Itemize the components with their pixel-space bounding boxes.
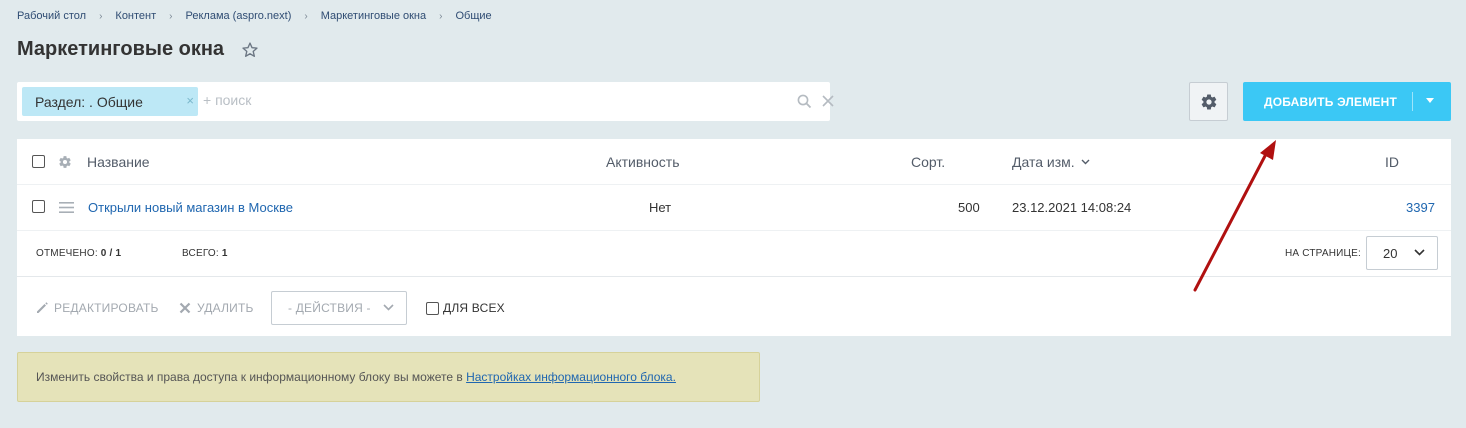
actions-select[interactable]: - ДЕЙСТВИЯ - [271,291,407,325]
notice-text: Изменить свойства и права доступа к инфо… [36,370,676,384]
drag-handle-icon[interactable] [59,202,74,213]
delete-icon [179,302,191,314]
settings-button[interactable] [1189,82,1228,121]
column-header-id[interactable]: ID [1385,154,1399,170]
actions-select-label: - ДЕЙСТВИЯ - [288,301,371,315]
gear-icon [1201,94,1216,110]
notice-settings-link[interactable]: Настройках информационного блока. [466,370,676,384]
total-label: ВСЕГО: [182,248,219,259]
chevron-right-icon: › [439,10,443,22]
total-count: ВСЕГО: 1 [182,248,228,259]
selected-count: ОТМЕЧЕНО: 0 / 1 [36,248,121,259]
total-value: 1 [221,248,228,259]
row-date: 23.12.2021 14:08:24 [1012,200,1132,215]
chevron-right-icon: › [99,10,103,22]
column-header-active[interactable]: Активность [606,154,680,170]
edit-label: РЕДАКТИРОВАТЬ [54,301,159,315]
selected-label: ОТМЕЧЕНО: [36,248,98,259]
search-input[interactable] [203,92,773,108]
page-title: Маркетинговые окна [17,38,225,60]
column-header-date[interactable]: Дата изм. [1012,154,1075,170]
search-icon[interactable] [797,94,812,109]
close-icon[interactable]: × [186,94,194,107]
filter-tag-label: Раздел: . Общие [35,93,143,110]
row-active: Нет [649,200,672,215]
breadcrumb: Рабочий стол › Контент › Реклама (aspro.… [17,10,492,22]
row-checkbox[interactable] [32,200,45,213]
grid-footer: ОТМЕЧЕНО: 0 / 1 ВСЕГО: 1 НА СТРАНИЦЕ: 20 [17,231,1451,277]
breadcrumb-item[interactable]: Рабочий стол [17,10,86,22]
edit-button[interactable]: РЕДАКТИРОВАТЬ [35,301,159,315]
notice-message: Изменить свойства и права доступа к инфо… [36,370,467,384]
per-page-label: НА СТРАНИЦЕ: [1285,248,1361,259]
delete-label: УДАЛИТЬ [197,301,254,315]
per-page-value: 20 [1383,245,1398,261]
table-row[interactable]: Открыли новый магазин в Москве Нет 500 2… [17,185,1451,231]
add-element-button[interactable]: ДОБАВИТЬ ЭЛЕМЕНТ [1243,82,1451,121]
chevron-right-icon: › [304,10,308,22]
select-all-checkbox[interactable] [32,155,45,168]
row-sort: 500 [958,200,980,215]
breadcrumb-item[interactable]: Реклама (aspro.next) [186,10,292,22]
delete-button[interactable]: УДАЛИТЬ [179,301,254,315]
button-divider [1412,92,1413,111]
group-actions-bar: РЕДАКТИРОВАТЬ УДАЛИТЬ - ДЕЙСТВИЯ - ДЛЯ В… [17,279,1451,336]
for-all-label: ДЛЯ ВСЕХ [443,301,505,315]
page-title-row: Маркетинговые окна [17,38,259,61]
info-notice: Изменить свойства и права доступа к инфо… [17,352,760,402]
per-page-select[interactable]: 20 [1366,236,1438,270]
for-all-option[interactable]: ДЛЯ ВСЕХ [426,301,505,315]
breadcrumb-item[interactable]: Общие [455,10,491,22]
grid-header: Название Активность Сорт. Дата изм. ID [17,139,1451,185]
column-header-name[interactable]: Название [87,154,150,170]
elements-grid: Название Активность Сорт. Дата изм. ID О… [17,139,1451,336]
row-id-link[interactable]: 3397 [1406,200,1435,215]
dropdown-arrow-icon[interactable] [1426,98,1434,103]
chevron-down-icon [1081,159,1090,165]
chevron-right-icon: › [169,10,173,22]
gear-icon[interactable] [58,155,72,169]
breadcrumb-item[interactable]: Контент [115,10,156,22]
filter-search-bar[interactable]: Раздел: . Общие × [17,82,834,121]
breadcrumb-item[interactable]: Маркетинговые окна [321,10,426,22]
star-icon[interactable] [241,41,259,59]
add-element-label: ДОБАВИТЬ ЭЛЕМЕНТ [1264,94,1397,109]
chevron-down-icon [1414,249,1425,256]
for-all-checkbox[interactable] [426,301,439,315]
chevron-down-icon [383,304,394,311]
filter-tag[interactable]: Раздел: . Общие × [22,87,198,116]
selected-value: 0 / 1 [100,248,122,259]
clear-icon[interactable] [822,95,834,107]
column-header-sort[interactable]: Сорт. [911,154,945,170]
row-name-link[interactable]: Открыли новый магазин в Москве [88,200,293,215]
pencil-icon [37,302,48,313]
